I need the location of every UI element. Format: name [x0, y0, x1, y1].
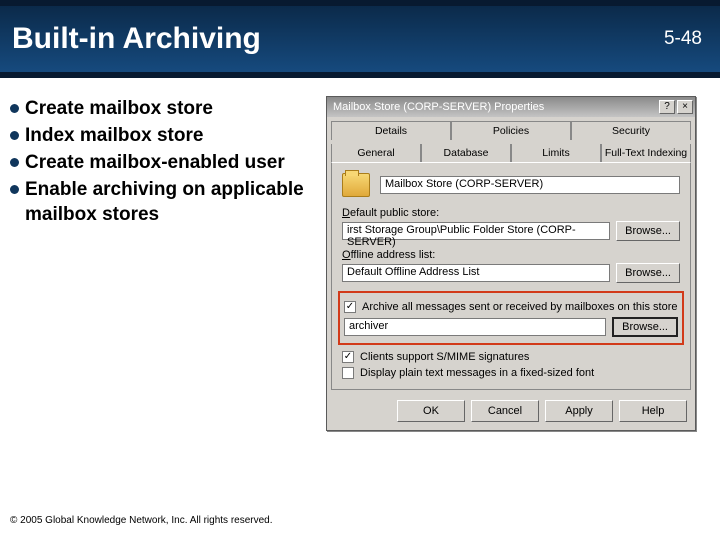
- browse-offline-list-button[interactable]: Browse...: [616, 263, 680, 283]
- dialog-title: Mailbox Store (CORP-SERVER) Properties: [333, 101, 657, 113]
- properties-dialog: Mailbox Store (CORP-SERVER) Properties ?…: [326, 96, 696, 431]
- offline-address-list-input[interactable]: Default Offline Address List: [342, 264, 610, 282]
- default-public-store-label: Default public store:: [342, 207, 680, 219]
- tab-policies[interactable]: Policies: [451, 121, 571, 140]
- copyright-footer: © 2005 Global Knowledge Network, Inc. Al…: [10, 515, 273, 526]
- list-item: Create mailbox-enabled user: [10, 150, 320, 175]
- list-item: Index mailbox store: [10, 123, 320, 148]
- plaintext-checkbox-label: Display plain text messages in a fixed-s…: [360, 367, 594, 379]
- store-name-input[interactable]: Mailbox Store (CORP-SERVER): [380, 176, 680, 194]
- offline-address-list-label: Offline address list:: [342, 249, 680, 261]
- browse-archive-button[interactable]: Browse...: [612, 317, 678, 337]
- tab-details[interactable]: Details: [331, 121, 451, 140]
- bullet-icon: [10, 131, 19, 140]
- archive-checkbox-label: Archive all messages sent or received by…: [362, 301, 677, 313]
- mailbox-store-icon: [342, 173, 370, 197]
- slide-number: 5-48: [664, 28, 702, 50]
- cancel-button[interactable]: Cancel: [471, 400, 539, 422]
- archive-target-input[interactable]: archiver: [344, 318, 606, 336]
- slide-header: Built-in Archiving 5-48: [0, 0, 720, 78]
- dialog-titlebar[interactable]: Mailbox Store (CORP-SERVER) Properties ?…: [327, 97, 695, 117]
- tab-strip-2: General Database Limits Full-Text Indexi…: [331, 144, 691, 162]
- archive-highlight: ✓ Archive all messages sent or received …: [338, 291, 684, 345]
- list-item: Create mailbox store: [10, 96, 320, 121]
- list-item: Enable archiving on applicable mailbox s…: [10, 177, 320, 227]
- tab-limits[interactable]: Limits: [511, 144, 601, 162]
- close-button[interactable]: ×: [677, 100, 693, 114]
- apply-button[interactable]: Apply: [545, 400, 613, 422]
- bullet-icon: [10, 104, 19, 113]
- tab-fulltext[interactable]: Full-Text Indexing: [601, 144, 691, 162]
- tab-database[interactable]: Database: [421, 144, 511, 162]
- tab-strip: Details Policies Security: [331, 121, 691, 140]
- default-public-store-input[interactable]: irst Storage Group\Public Folder Store (…: [342, 222, 610, 240]
- plaintext-checkbox[interactable]: [342, 367, 354, 379]
- dialog-button-row: OK Cancel Apply Help: [327, 394, 695, 430]
- bullet-icon: [10, 185, 19, 194]
- smime-checkbox-label: Clients support S/MIME signatures: [360, 351, 529, 363]
- ok-button[interactable]: OK: [397, 400, 465, 422]
- bullet-icon: [10, 158, 19, 167]
- help-button-bottom[interactable]: Help: [619, 400, 687, 422]
- smime-checkbox[interactable]: ✓: [342, 351, 354, 363]
- tab-panel-general: Mailbox Store (CORP-SERVER) Default publ…: [331, 162, 691, 390]
- help-button[interactable]: ?: [659, 100, 675, 114]
- tab-general[interactable]: General: [331, 144, 421, 162]
- bullet-list: Create mailbox store Index mailbox store…: [10, 96, 320, 431]
- archive-checkbox[interactable]: ✓: [344, 301, 356, 313]
- slide-title: Built-in Archiving: [12, 22, 261, 56]
- tab-security[interactable]: Security: [571, 121, 691, 140]
- browse-public-store-button[interactable]: Browse...: [616, 221, 680, 241]
